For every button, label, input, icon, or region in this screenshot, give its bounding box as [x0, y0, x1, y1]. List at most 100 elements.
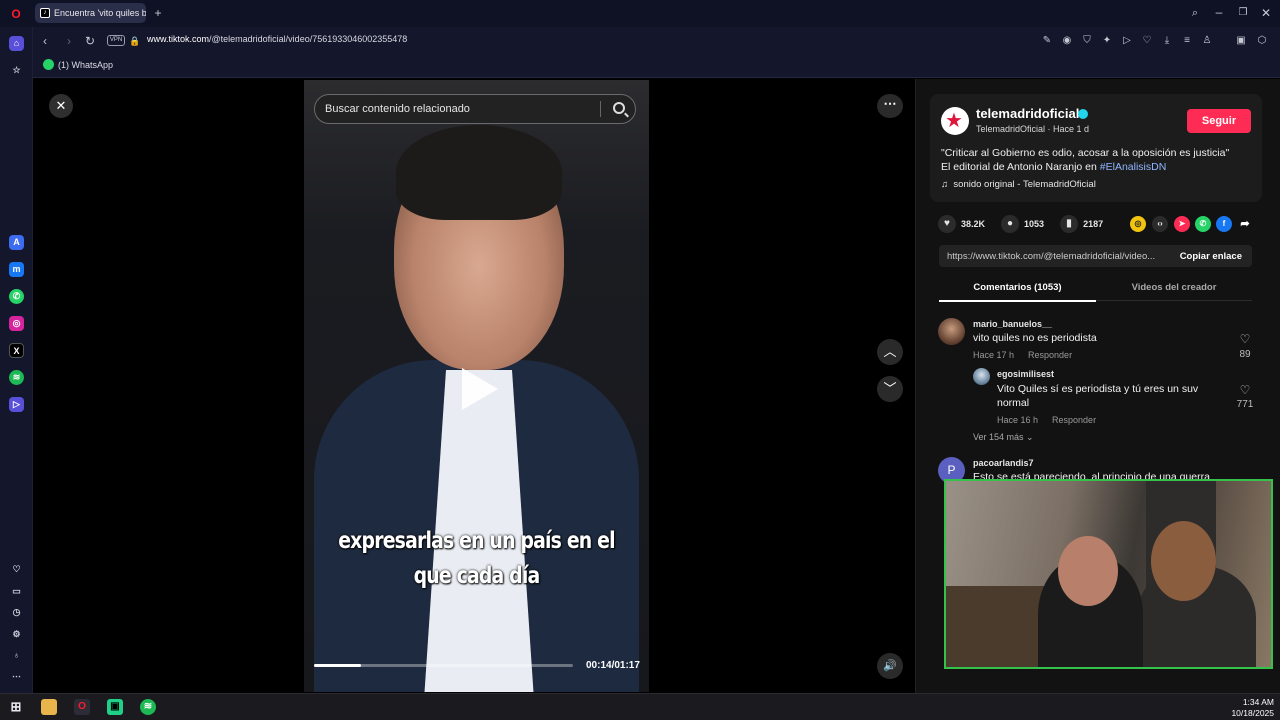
- tab-bar: O ♪ Encuentra 'vito quiles bar + ⌕ – ❐ ✕: [0, 0, 1280, 27]
- video-time: 00:14/01:17: [586, 660, 640, 671]
- favorite-icon[interactable]: ♡: [1140, 34, 1154, 48]
- home-icon[interactable]: ⌂: [9, 36, 24, 51]
- reply-text: Vito Quiles sí es periodista y tú eres u…: [997, 382, 1227, 410]
- reply-button[interactable]: Responder: [1028, 350, 1072, 360]
- x-icon[interactable]: X: [9, 343, 24, 358]
- like-icon[interactable]: ♥: [938, 215, 956, 233]
- more-icon[interactable]: ⋯: [9, 669, 24, 684]
- comment-text: vito quiles no es periodista: [973, 332, 1097, 344]
- star-icon[interactable]: ☆: [9, 63, 24, 78]
- creator-avatar[interactable]: [941, 107, 969, 135]
- close-window-icon[interactable]: ✕: [1259, 6, 1273, 20]
- heart-icon[interactable]: ♡: [9, 562, 24, 577]
- follow-button[interactable]: Seguir: [1187, 109, 1251, 133]
- comment-like-count: 89: [1239, 349, 1251, 360]
- app-taskbar-icon[interactable]: ▣: [107, 699, 123, 715]
- comment-username-2[interactable]: pacoarlandis7: [973, 458, 1034, 468]
- reply-like-icon[interactable]: ♡: [1230, 383, 1260, 397]
- system-clock[interactable]: 1:34 AM 10/18/2025: [1231, 697, 1274, 719]
- spotify-taskbar-icon[interactable]: ≋: [140, 699, 156, 715]
- coin-share-icon[interactable]: ◎: [1130, 216, 1146, 232]
- tab-creator-videos[interactable]: Videos del creador: [1096, 282, 1252, 293]
- shield-icon[interactable]: ⛉: [1080, 34, 1094, 48]
- edit-icon[interactable]: ✎: [1040, 34, 1054, 48]
- opera-taskbar-icon[interactable]: O: [74, 699, 90, 715]
- download-icon[interactable]: ⤓: [1160, 34, 1174, 48]
- instagram-icon[interactable]: ◎: [9, 316, 24, 331]
- back-icon[interactable]: ‹: [38, 34, 52, 48]
- hashtag-link[interactable]: #ElAnalisisDN: [1100, 161, 1167, 173]
- view-more-replies[interactable]: Ver 154 más ⌄: [973, 432, 1034, 443]
- reply-username[interactable]: egosimilisest: [997, 369, 1054, 379]
- tiktok-favicon-icon: ♪: [40, 8, 50, 18]
- webcam-person-1-head: [1058, 536, 1118, 606]
- reply-reply-button[interactable]: Responder: [1052, 415, 1096, 425]
- comment-icon[interactable]: ●: [1001, 215, 1020, 233]
- opera-logo-icon[interactable]: O: [9, 7, 23, 21]
- forward-icon[interactable]: ›: [62, 34, 76, 48]
- bookmark-whatsapp[interactable]: (1) WhatsApp: [43, 59, 113, 70]
- url-path: /@telemadridoficial/video/75619330460023…: [209, 34, 408, 44]
- volume-button[interactable]: 🔊: [877, 653, 903, 679]
- whatsapp-share-icon[interactable]: ✆: [1195, 216, 1211, 232]
- share-arrow-icon[interactable]: ➦: [1237, 216, 1253, 232]
- messenger-icon[interactable]: m: [9, 262, 24, 277]
- url-field[interactable]: www.tiktok.com/@telemadridoficial/video/…: [147, 34, 407, 44]
- browser-tab[interactable]: ♪ Encuentra 'vito quiles bar: [35, 3, 146, 23]
- windows-start-icon[interactable]: ⊞: [8, 699, 24, 715]
- player-icon[interactable]: ▷: [9, 397, 24, 412]
- tab-title: Encuentra 'vito quiles bar: [54, 8, 146, 18]
- play-icon[interactable]: ▷: [1120, 34, 1134, 48]
- previous-video-button[interactable]: ︿: [877, 339, 903, 365]
- tab-comments[interactable]: Comentarios (1053): [939, 282, 1096, 293]
- bookmark-label: (1) WhatsApp: [58, 59, 114, 70]
- bookmark-icon[interactable]: ▮: [1060, 215, 1079, 233]
- close-viewer-button[interactable]: ✕: [49, 94, 73, 118]
- menu-icon[interactable]: ≡: [1180, 34, 1194, 48]
- camera-icon[interactable]: ◉: [1060, 34, 1074, 48]
- send-icon[interactable]: ➤: [1174, 216, 1190, 232]
- search-tabs-icon[interactable]: ⌕: [1188, 6, 1202, 20]
- embed-icon[interactable]: ‹›: [1152, 216, 1168, 232]
- facebook-share-icon[interactable]: f: [1216, 216, 1232, 232]
- lock-icon[interactable]: 🔒: [128, 34, 142, 48]
- whatsapp-icon[interactable]: ✆: [9, 289, 24, 304]
- copy-link-button[interactable]: Copiar enlace: [1180, 251, 1242, 262]
- reply-meta: Hace 16 h Responder: [997, 415, 1096, 425]
- related-search-input[interactable]: Buscar contenido relacionado: [314, 94, 636, 124]
- search-separator: [600, 101, 601, 117]
- comment-count: 1053: [1024, 219, 1045, 229]
- reload-icon[interactable]: ↻: [83, 34, 97, 48]
- related-search-placeholder: Buscar contenido relacionado: [325, 103, 470, 115]
- video-player[interactable]: Buscar contenido relacionado expresarlas…: [304, 80, 649, 692]
- comment-like-icon[interactable]: ♡: [1230, 332, 1260, 346]
- aria-icon[interactable]: A: [9, 235, 24, 250]
- creator-username[interactable]: telemadridoficial: [976, 106, 1079, 121]
- cube-icon[interactable]: ⬡: [1255, 34, 1269, 48]
- extension-icon[interactable]: ✦: [1100, 34, 1114, 48]
- comment-avatar[interactable]: [938, 318, 965, 345]
- play-icon[interactable]: [462, 368, 498, 410]
- next-video-button[interactable]: ﹀: [877, 376, 903, 402]
- sound-link[interactable]: ♫ sonido original - TelemadridOficial: [941, 179, 1096, 190]
- spotify-icon[interactable]: ≋: [9, 370, 24, 385]
- comment-username[interactable]: mario_banuelos__: [973, 319, 1052, 329]
- reply-avatar[interactable]: [973, 368, 990, 385]
- video-link[interactable]: https://www.tiktok.com/@telemadridoficia…: [947, 251, 1167, 262]
- wallet-icon[interactable]: ▣: [1234, 34, 1248, 48]
- comment-time: Hace 17 h: [973, 350, 1015, 360]
- history-icon[interactable]: ◷: [9, 605, 24, 620]
- settings-icon[interactable]: ⚙: [9, 627, 24, 642]
- vpn-badge[interactable]: VPN: [107, 35, 125, 46]
- profile-icon[interactable]: ♙: [1200, 34, 1214, 48]
- maximize-icon[interactable]: ❐: [1236, 6, 1250, 20]
- more-options-button[interactable]: ⋯: [877, 94, 903, 118]
- bulb-icon[interactable]: ♁: [9, 648, 24, 663]
- tabs-icon[interactable]: ▭: [9, 584, 24, 599]
- new-tab-icon[interactable]: +: [151, 6, 165, 20]
- minimize-icon[interactable]: –: [1212, 5, 1226, 19]
- caption-line-2: que cada día: [413, 563, 541, 589]
- search-icon[interactable]: [613, 102, 625, 114]
- file-explorer-icon[interactable]: [41, 699, 57, 715]
- progress-bar[interactable]: [314, 664, 573, 667]
